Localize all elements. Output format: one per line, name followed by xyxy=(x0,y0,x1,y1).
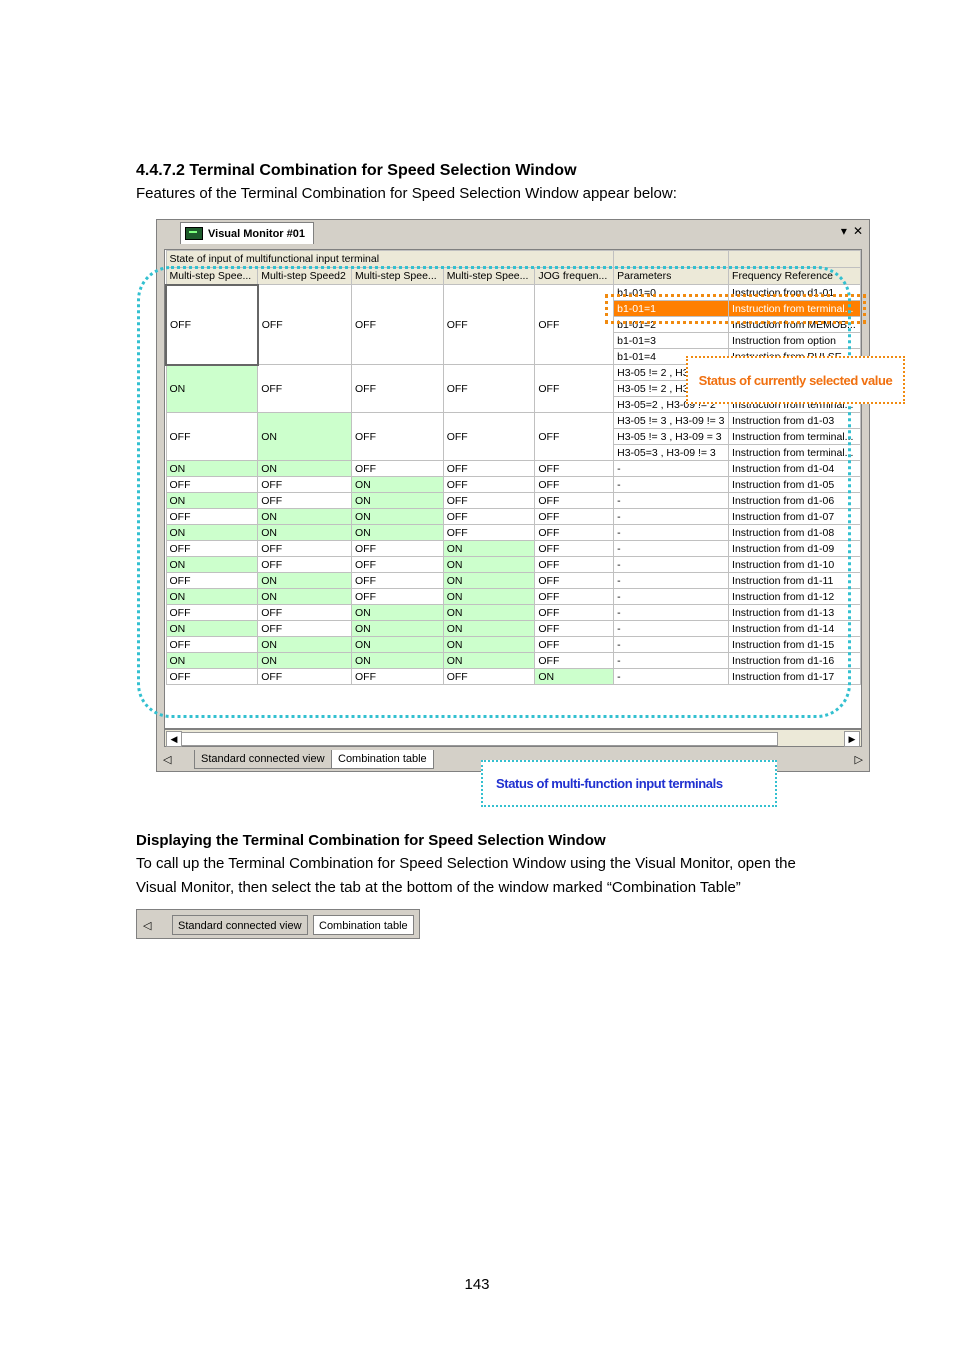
scroll-left-icon[interactable]: ◀ xyxy=(166,731,182,747)
tab-bar-example: ◁ Standard connected view Combination ta… xyxy=(136,909,420,939)
group-header: State of input of multifunctional input … xyxy=(165,250,615,268)
scroll-thumb[interactable] xyxy=(181,732,778,746)
mini-tab-combination-table: Combination table xyxy=(313,915,414,935)
window-tab-title: Visual Monitor #01 xyxy=(208,227,305,240)
monitor-icon xyxy=(185,227,203,240)
inputs-highlight-box xyxy=(137,266,851,718)
tab-combination-table[interactable]: Combination table xyxy=(331,750,434,769)
section-title: 4.4.7.2 Terminal Combination for Speed S… xyxy=(136,162,577,179)
window-controls: ▾ ✕ xyxy=(841,224,863,238)
selected-highlight-box xyxy=(605,294,866,324)
mini-tab-scroll-left-icon: ◁ xyxy=(143,920,152,932)
tab-scroll-left-icon[interactable]: ◁ xyxy=(163,753,171,766)
page-number: 143 xyxy=(464,1276,490,1293)
window-tab[interactable]: Visual Monitor #01 xyxy=(180,222,314,244)
callout-selected-value: Status of currently selected value xyxy=(686,356,905,404)
horizontal-scrollbar[interactable]: ◀ ▶ xyxy=(164,729,862,747)
intro-text: Features of the Terminal Combination for… xyxy=(136,185,677,202)
pin-dropdown-icon[interactable]: ▾ xyxy=(841,224,847,238)
display-text-line1: To call up the Terminal Combination for … xyxy=(136,855,796,872)
tab-standard-connected-view[interactable]: Standard connected view xyxy=(194,750,332,769)
mini-tab-standard-connected-view: Standard connected view xyxy=(172,915,308,935)
callout-input-terminals: Status of multi-function input terminals xyxy=(481,760,777,807)
close-icon[interactable]: ✕ xyxy=(853,224,863,238)
scroll-right-icon[interactable]: ▶ xyxy=(844,731,860,747)
tab-scroll-right-icon[interactable]: ▷ xyxy=(855,753,863,766)
display-heading: Displaying the Terminal Combination for … xyxy=(136,832,606,849)
display-text-line2: Visual Monitor, then select the tab at t… xyxy=(136,879,741,896)
